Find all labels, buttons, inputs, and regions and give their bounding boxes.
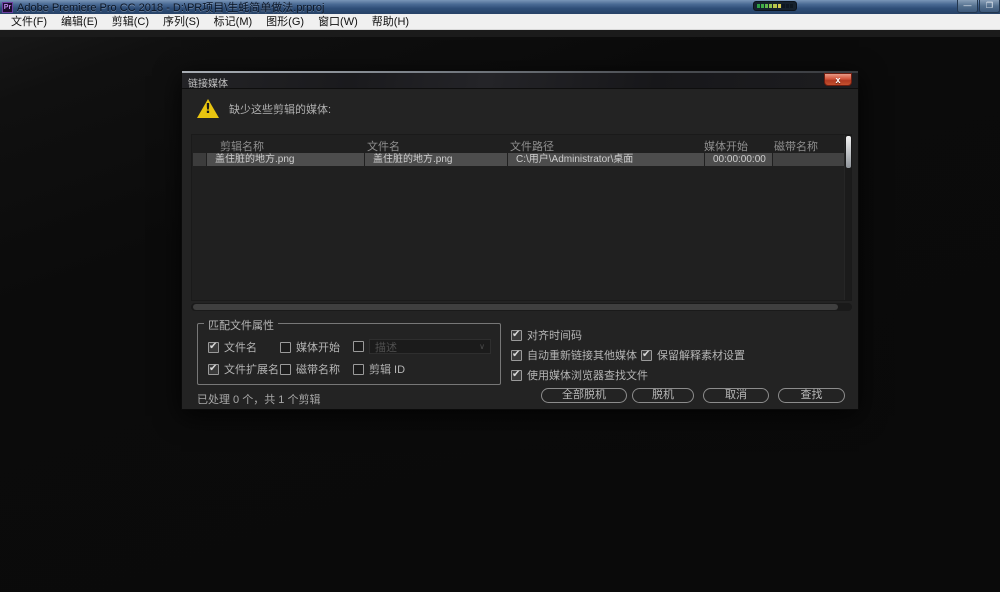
menu-edit[interactable]: 编辑(E) xyxy=(54,14,105,30)
relink-others-checkbox-icon[interactable] xyxy=(511,350,522,361)
checkbox-use-media-browser[interactable]: 使用媒体浏览器查找文件 xyxy=(511,367,648,383)
warning-row: 缺少这些剪辑的媒体: xyxy=(197,99,331,118)
menu-file[interactable]: 文件(F) xyxy=(4,14,54,30)
file-name-checkbox-icon[interactable] xyxy=(208,342,219,353)
menu-help[interactable]: 帮助(H) xyxy=(365,14,416,30)
all-offline-button[interactable]: 全部脱机 xyxy=(541,388,627,403)
dialog-titlebar[interactable]: 链接媒体 x xyxy=(182,71,858,89)
menu-clip[interactable]: 剪辑(C) xyxy=(105,14,156,30)
menu-bar: 文件(F) 编辑(E) 剪辑(C) 序列(S) 标记(M) 图形(G) 窗口(W… xyxy=(0,14,1000,30)
description-dropdown[interactable]: 描述 ∨ xyxy=(369,339,491,354)
checkbox-align-timecode[interactable]: 对齐时间码 xyxy=(511,327,582,343)
checkbox-preserve-interpret[interactable]: 保留解释素材设置 xyxy=(641,347,745,363)
minimize-button[interactable]: — xyxy=(957,0,978,13)
description-checkbox-icon[interactable] xyxy=(353,341,364,352)
use-media-browser-checkbox-icon[interactable] xyxy=(511,370,522,381)
tape-name-checkbox-icon[interactable] xyxy=(280,364,291,375)
clip-id-checkbox-icon[interactable] xyxy=(353,364,364,375)
link-media-dialog: 链接媒体 x 缺少这些剪辑的媒体: 剪辑名称 文件名 文件路径 媒体开始 磁带名… xyxy=(181,70,859,410)
offline-button[interactable]: 脱机 xyxy=(632,388,694,403)
align-timecode-checkbox-icon[interactable] xyxy=(511,330,522,341)
warning-message: 缺少这些剪辑的媒体: xyxy=(229,101,331,117)
titlebar-meter-widget xyxy=(753,1,797,11)
cell-file-path[interactable]: C:\用户\Administrator\桌面 xyxy=(508,153,704,166)
horizontal-scrollbar[interactable] xyxy=(191,303,852,311)
row-selector-cell[interactable] xyxy=(193,153,206,166)
premiere-app-icon: Pr xyxy=(2,2,13,13)
vertical-scrollbar[interactable] xyxy=(844,135,851,300)
menu-marker[interactable]: 标记(M) xyxy=(207,14,260,30)
os-titlebar: Pr Adobe Premiere Pro CC 2018 - D:\PR项目\… xyxy=(0,0,1000,14)
checkbox-clip-id[interactable]: 剪辑 ID xyxy=(353,361,405,377)
missing-media-table: 剪辑名称 文件名 文件路径 媒体开始 磁带名称 盖住脏的地方.png 盖住脏的地… xyxy=(191,134,852,301)
file-extension-checkbox-icon[interactable] xyxy=(208,364,219,375)
status-text: 已处理 0 个，共 1 个剪辑 xyxy=(197,391,320,407)
checkbox-relink-others[interactable]: 自动重新链接其他媒体 xyxy=(511,347,637,363)
cell-tape-name[interactable] xyxy=(773,153,844,166)
window-controls: — ❐ xyxy=(956,0,1000,13)
locate-button[interactable]: 查找 xyxy=(778,388,845,403)
match-properties-group: 匹配文件属性 文件名 媒体开始 描述 ∨ 文件扩展名 磁带名称 剪辑 ID xyxy=(197,323,501,385)
chevron-down-icon: ∨ xyxy=(479,342,485,351)
col-header-clip-name[interactable]: 剪辑名称 xyxy=(220,138,264,154)
cell-media-start[interactable]: 00:00:00:00 xyxy=(705,153,772,166)
app-toolbar-strip xyxy=(0,30,1000,37)
table-header-row: 剪辑名称 文件名 文件路径 媒体开始 磁带名称 xyxy=(192,135,851,153)
restore-button[interactable]: ❐ xyxy=(979,0,1000,13)
checkbox-media-start[interactable]: 媒体开始 xyxy=(280,339,340,355)
col-header-media-start[interactable]: 媒体开始 xyxy=(704,138,748,154)
media-start-checkbox-icon[interactable] xyxy=(280,342,291,353)
menu-window[interactable]: 窗口(W) xyxy=(311,14,365,30)
cancel-button[interactable]: 取消 xyxy=(703,388,769,403)
match-properties-legend: 匹配文件属性 xyxy=(204,317,278,333)
cell-clip-name[interactable]: 盖住脏的地方.png xyxy=(207,153,364,166)
preserve-interpret-checkbox-icon[interactable] xyxy=(641,350,652,361)
dialog-close-button[interactable]: x xyxy=(824,73,852,86)
cell-file-name[interactable]: 盖住脏的地方.png xyxy=(365,153,507,166)
warning-icon xyxy=(197,99,219,118)
checkbox-description[interactable]: 描述 ∨ xyxy=(353,339,491,354)
col-header-file-path[interactable]: 文件路径 xyxy=(510,138,554,154)
col-header-tape-name[interactable]: 磁带名称 xyxy=(774,138,818,154)
menu-graphics[interactable]: 图形(G) xyxy=(259,14,311,30)
vertical-scrollbar-thumb[interactable] xyxy=(846,136,851,168)
table-row[interactable]: 盖住脏的地方.png 盖住脏的地方.png C:\用户\Administrato… xyxy=(193,153,844,166)
horizontal-scrollbar-thumb[interactable] xyxy=(193,304,838,310)
checkbox-file-name[interactable]: 文件名 xyxy=(208,339,257,355)
checkbox-file-extension[interactable]: 文件扩展名 xyxy=(208,361,279,377)
dialog-title: 链接媒体 xyxy=(188,75,228,90)
menu-sequence[interactable]: 序列(S) xyxy=(156,14,207,30)
checkbox-tape-name[interactable]: 磁带名称 xyxy=(280,361,340,377)
col-header-file-name[interactable]: 文件名 xyxy=(367,138,400,154)
